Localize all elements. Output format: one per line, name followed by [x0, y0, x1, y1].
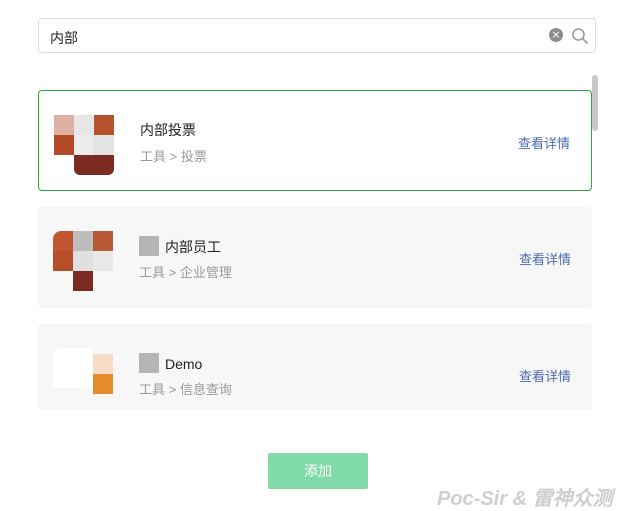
watermark: Poc-Sir & 雷神众测 [437, 488, 613, 510]
add-button[interactable]: 添加 [268, 453, 368, 489]
item-title: 内部员工 [139, 236, 221, 257]
search-bar[interactable]: 内部 × [38, 18, 596, 53]
app-logo-icon [53, 231, 113, 291]
item-title: Demo [139, 353, 202, 373]
item-title: 内部投票 [140, 122, 196, 138]
view-details-link[interactable]: 查看详情 [518, 133, 570, 152]
item-category: 工具 > 企业管理 [139, 265, 232, 280]
list-item[interactable]: 内部投票 工具 > 投票 查看详情 [38, 90, 592, 191]
app-logo-icon [54, 115, 114, 175]
view-details-link[interactable]: 查看详情 [519, 366, 571, 385]
list-item[interactable]: Demo 工具 > 信息查询 查看详情 [38, 324, 592, 410]
app-logo-icon [53, 348, 113, 408]
search-input[interactable]: 内部 [50, 28, 78, 48]
item-category: 工具 > 信息查询 [139, 382, 232, 397]
view-details-link[interactable]: 查看详情 [519, 249, 571, 268]
app-list: 内部投票 工具 > 投票 查看详情 内部员工 工具 > 企业管理 查看详情 De… [38, 90, 592, 410]
search-icon[interactable] [571, 27, 589, 45]
item-category: 工具 > 投票 [140, 149, 207, 164]
list-item[interactable]: 内部员工 工具 > 企业管理 查看详情 [38, 207, 592, 308]
clear-icon[interactable]: × [549, 28, 563, 42]
list-scrollbar[interactable] [592, 75, 598, 131]
